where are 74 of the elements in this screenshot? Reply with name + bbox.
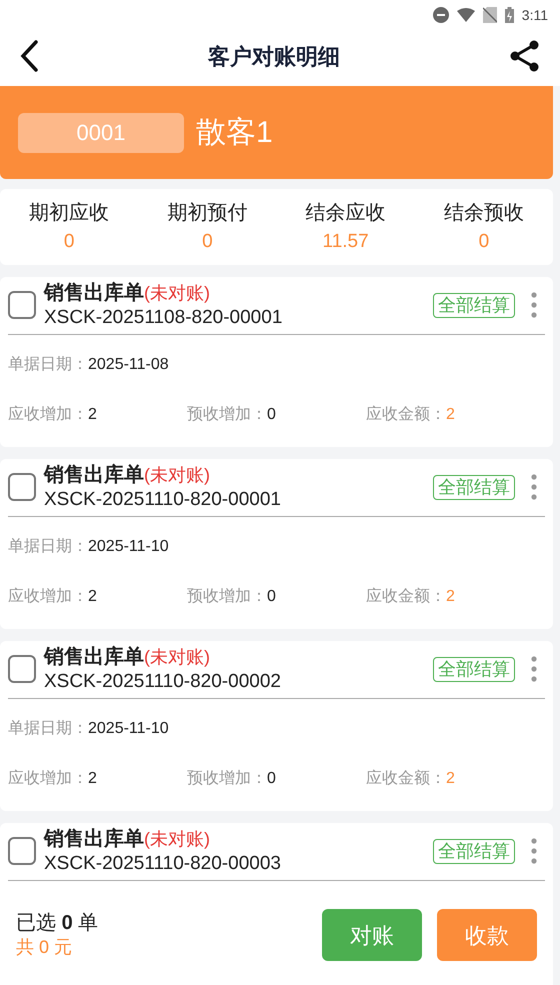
field-label: 应收金额： (366, 404, 446, 425)
checkbox[interactable] (8, 655, 36, 684)
battery-icon (504, 7, 514, 23)
customer-code: 0001 (18, 112, 184, 152)
field-value: 2025-11-10 (88, 536, 169, 557)
field-value: 2 (88, 586, 97, 607)
field-label: 预收增加： (187, 404, 267, 425)
order-card[interactable]: 销售出库单(未对账) XSCK-20251110-820-00001 全部结算 单据日期：2025-11-10 应收增加：2 预收增加：0 应收金额：2 (0, 459, 553, 629)
page-title: 客户对账明细 (208, 42, 340, 70)
field-label: 单据日期： (8, 536, 88, 557)
summary-value: 11.57 (322, 230, 369, 254)
more-icon[interactable] (531, 292, 537, 318)
field-label: 应收金额： (366, 768, 446, 789)
field-label: 应收增加： (8, 404, 88, 425)
order-type: 销售出库单 (44, 827, 144, 852)
field-value: 2 (446, 404, 455, 425)
summary-label: 期初预付 (167, 200, 248, 226)
share-icon[interactable] (510, 40, 540, 72)
order-card[interactable]: 销售出库单(未对账) XSCK-20251110-820-00002 全部结算 单据日期：2025-11-10 应收增加：2 预收增加：0 应收金额：2 (0, 641, 553, 811)
order-card[interactable]: 销售出库单(未对账) XSCK-20251108-820-00001 全部结算 单据日期：2025-11-08 应收增加：2 预收增加：0 应收金额：2 (0, 277, 553, 447)
order-type: 销售出库单 (44, 281, 144, 306)
clock: 3:11 (522, 6, 548, 24)
field-value: 0 (267, 586, 276, 607)
field-label: 预收增加： (187, 586, 267, 607)
settlement-tag[interactable]: 全部结算 (433, 475, 515, 500)
field-value: 2 (446, 586, 455, 607)
field-value: 2 (446, 768, 455, 789)
summary-label: 结余预收 (444, 200, 524, 226)
order-status: (未对账) (144, 464, 210, 486)
field-value: 2025-11-08 (88, 354, 169, 375)
summary-value: 0 (202, 230, 213, 254)
more-icon[interactable] (531, 656, 537, 682)
field-value: 0 (267, 404, 276, 425)
selected-count: 已选 0 单 (16, 911, 100, 936)
more-icon[interactable] (531, 474, 537, 500)
order-number: XSCK-20251110-820-00002 (44, 670, 282, 694)
field-label: 应收金额： (366, 586, 446, 607)
field-value: 2 (88, 768, 97, 789)
wifi-icon (456, 8, 475, 22)
settlement-tag[interactable]: 全部结算 (433, 657, 515, 682)
customer-name: 散客1 (196, 115, 273, 151)
action-button[interactable]: 对账 (322, 909, 422, 961)
settlement-tag[interactable]: 全部结算 (433, 293, 515, 318)
order-type: 销售出库单 (44, 463, 144, 488)
settlement-tag[interactable]: 全部结算 (433, 839, 515, 864)
order-status: (未对账) (144, 646, 210, 668)
field-label: 单据日期： (8, 718, 88, 739)
no-sim-icon (482, 7, 497, 23)
checkbox[interactable] (8, 473, 36, 502)
field-label: 预收增加： (187, 768, 267, 789)
field-value: 0 (267, 768, 276, 789)
summary-label: 期初应收 (29, 200, 110, 226)
order-status: (未对账) (144, 282, 210, 304)
checkbox[interactable] (8, 837, 36, 866)
total-amount: 共 0 元 (16, 936, 74, 959)
field-label: 单据日期： (8, 354, 88, 375)
checkbox[interactable] (8, 291, 36, 320)
order-number: XSCK-20251110-820-00003 (44, 852, 282, 876)
field-label: 应收增加： (8, 586, 88, 607)
field-value: 2 (88, 404, 97, 425)
order-number: XSCK-20251110-820-00001 (44, 488, 282, 512)
back-icon[interactable] (20, 40, 38, 72)
action-button[interactable]: 收款 (437, 909, 537, 961)
summary-label: 结余应收 (306, 200, 386, 226)
order-status: (未对账) (144, 828, 210, 850)
do-not-disturb-icon (432, 7, 449, 23)
field-value: 2025-11-10 (88, 718, 169, 739)
more-icon[interactable] (531, 838, 537, 864)
summary-value: 0 (478, 230, 490, 254)
order-type: 销售出库单 (44, 645, 144, 670)
order-card[interactable]: 销售出库单(未对账) XSCK-20251110-820-00003 全部结算 (0, 823, 553, 885)
order-number: XSCK-20251108-820-00001 (44, 306, 284, 330)
field-label: 应收增加： (8, 768, 88, 789)
summary-value: 0 (64, 230, 74, 254)
